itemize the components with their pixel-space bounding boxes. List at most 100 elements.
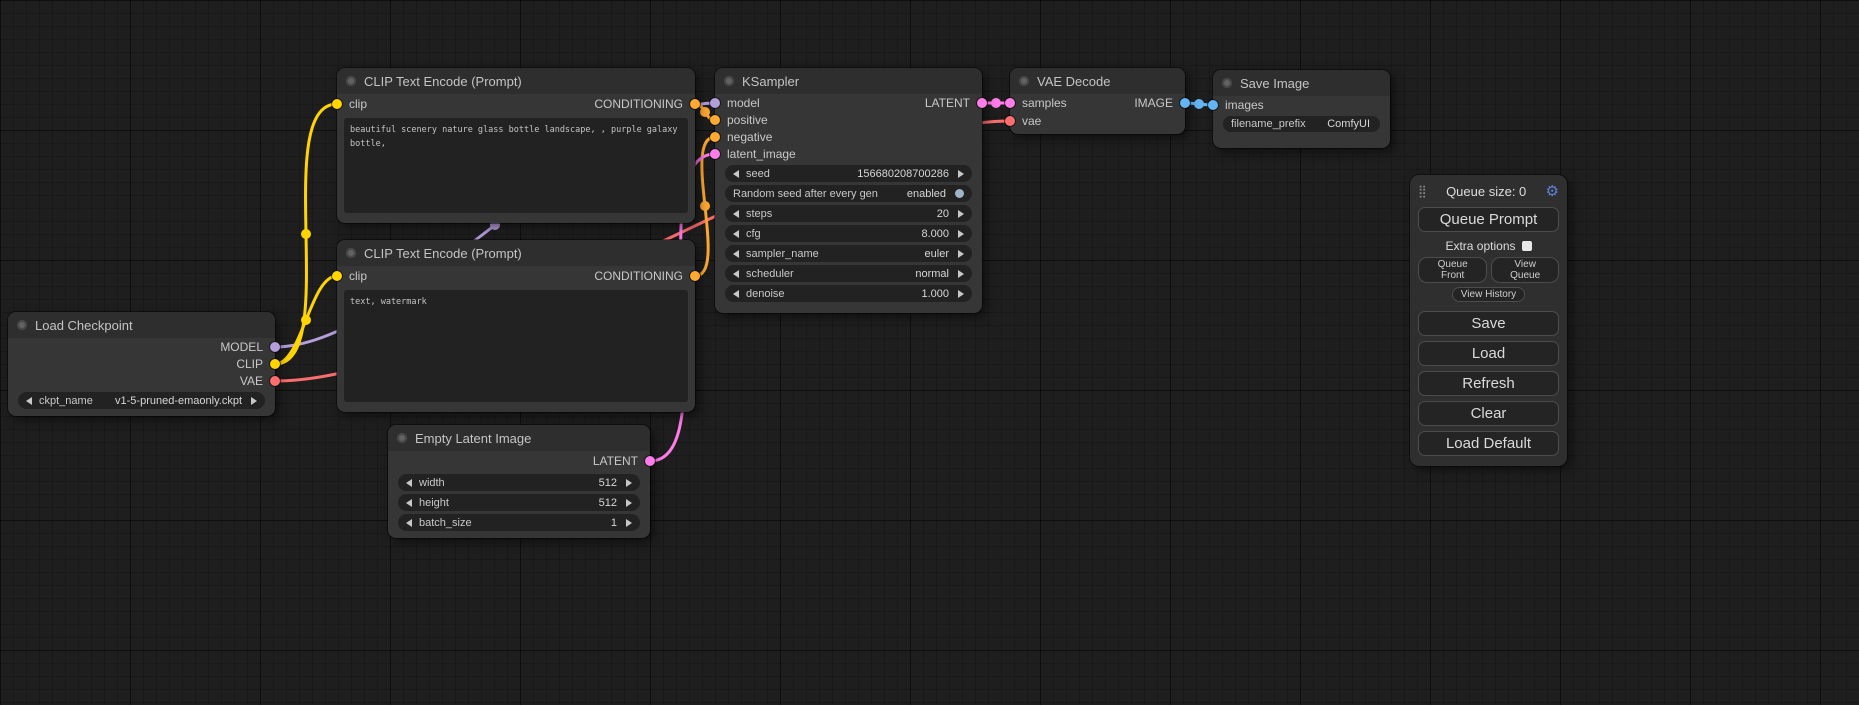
input-slot-negative[interactable] (710, 132, 720, 142)
slot-row: clip CONDITIONING (337, 94, 695, 114)
width-widget[interactable]: width 512 (398, 474, 640, 491)
arrow-right-icon[interactable] (958, 170, 964, 178)
batch-size-widget[interactable]: batch_size 1 (398, 514, 640, 531)
collapse-dot-icon[interactable] (724, 76, 734, 86)
sampler-name-combo[interactable]: sampler_name euler (725, 245, 972, 262)
load-default-button[interactable]: Load Default (1418, 431, 1559, 456)
filename-prefix-widget[interactable]: filename_prefix ComfyUI (1223, 116, 1380, 132)
collapse-dot-icon[interactable] (17, 320, 27, 330)
height-widget[interactable]: height 512 (398, 494, 640, 511)
node-vae-decode[interactable]: VAE Decode samples IMAGE vae (1010, 68, 1185, 134)
drag-handle-icon[interactable]: ⣿ (1418, 184, 1427, 198)
output-slot-vae[interactable] (270, 376, 280, 386)
positive-prompt-textarea[interactable]: beautiful scenery nature glass bottle la… (344, 118, 688, 213)
arrow-left-icon[interactable] (733, 170, 739, 178)
input-slot-vae[interactable] (1005, 116, 1015, 126)
arrow-left-icon[interactable] (26, 397, 32, 405)
output-slot-conditioning[interactable] (690, 99, 700, 109)
queue-menu-panel: ⣿ Queue size: 0 ⚙ Queue Prompt Extra opt… (1410, 175, 1567, 466)
denoise-widget[interactable]: denoise 1.000 (725, 285, 972, 302)
slot-row: vae (1010, 112, 1185, 130)
view-history-button[interactable]: View History (1452, 287, 1525, 302)
node-save-image[interactable]: Save Image images filename_prefix ComfyU… (1213, 70, 1390, 148)
node-titlebar[interactable]: Save Image (1213, 70, 1390, 96)
widget-value: 512 (597, 497, 619, 509)
negative-prompt-textarea[interactable]: text, watermark (344, 290, 688, 402)
input-slot-positive[interactable] (710, 115, 720, 125)
input-slot-model[interactable] (710, 98, 720, 108)
steps-widget[interactable]: steps 20 (725, 205, 972, 222)
collapse-dot-icon[interactable] (346, 248, 356, 258)
node-titlebar[interactable]: VAE Decode (1010, 68, 1185, 94)
arrow-right-icon[interactable] (626, 519, 632, 527)
node-clip-text-encode-positive[interactable]: CLIP Text Encode (Prompt) clip CONDITION… (337, 68, 695, 223)
scheduler-combo[interactable]: scheduler normal (725, 265, 972, 282)
input-slot-clip[interactable] (332, 271, 342, 281)
node-graph-canvas[interactable]: Load Checkpoint MODEL CLIP VAE ckpt_name… (0, 0, 1859, 705)
widget-name: scheduler (746, 268, 794, 280)
queue-prompt-button[interactable]: Queue Prompt (1418, 207, 1559, 232)
node-titlebar[interactable]: Empty Latent Image (388, 425, 650, 451)
node-title: CLIP Text Encode (Prompt) (364, 74, 522, 89)
input-slot-latent-image[interactable] (710, 149, 720, 159)
node-titlebar[interactable]: Load Checkpoint (8, 312, 275, 338)
arrow-right-icon[interactable] (958, 210, 964, 218)
arrow-left-icon[interactable] (406, 499, 412, 507)
widget-value: euler (923, 248, 951, 260)
collapse-dot-icon[interactable] (397, 433, 407, 443)
queue-front-button[interactable]: Queue Front (1418, 257, 1487, 283)
arrow-right-icon[interactable] (958, 250, 964, 258)
node-empty-latent-image[interactable]: Empty Latent Image LATENT width 512 heig… (388, 425, 650, 538)
node-titlebar[interactable]: CLIP Text Encode (Prompt) (337, 68, 695, 94)
arrow-left-icon[interactable] (733, 290, 739, 298)
arrow-left-icon[interactable] (733, 250, 739, 258)
collapse-dot-icon[interactable] (1019, 76, 1029, 86)
input-slot-images[interactable] (1208, 100, 1218, 110)
arrow-left-icon[interactable] (406, 519, 412, 527)
seed-widget[interactable]: seed 156680208700286 (725, 165, 972, 182)
save-button[interactable]: Save (1418, 311, 1559, 336)
output-slot-image[interactable] (1180, 98, 1190, 108)
clear-button[interactable]: Clear (1418, 401, 1559, 426)
arrow-right-icon[interactable] (958, 230, 964, 238)
settings-gear-icon[interactable]: ⚙ (1546, 182, 1559, 200)
arrow-right-icon[interactable] (958, 290, 964, 298)
output-slot-clip[interactable] (270, 359, 280, 369)
refresh-button[interactable]: Refresh (1418, 371, 1559, 396)
input-label-vae: vae (1022, 114, 1041, 128)
node-clip-text-encode-negative[interactable]: CLIP Text Encode (Prompt) clip CONDITION… (337, 240, 695, 412)
random-seed-toggle[interactable]: Random seed after every gen enabled (725, 185, 972, 202)
arrow-left-icon[interactable] (733, 270, 739, 278)
collapse-dot-icon[interactable] (346, 76, 356, 86)
input-label-clip: clip (349, 269, 367, 283)
output-label-model: MODEL (220, 340, 263, 354)
input-slot-clip[interactable] (332, 99, 342, 109)
view-queue-button[interactable]: View Queue (1491, 257, 1559, 283)
slot-row: clip CONDITIONING (337, 266, 695, 286)
collapse-dot-icon[interactable] (1222, 78, 1232, 88)
ckpt-name-combo[interactable]: ckpt_name v1-5-pruned-emaonly.ckpt (18, 392, 265, 409)
node-load-checkpoint[interactable]: Load Checkpoint MODEL CLIP VAE ckpt_name… (8, 312, 275, 416)
node-titlebar[interactable]: KSampler (715, 68, 982, 94)
widget-name: steps (746, 208, 772, 220)
output-slot-model[interactable] (270, 342, 280, 352)
load-button[interactable]: Load (1418, 341, 1559, 366)
output-slot-latent[interactable] (645, 456, 655, 466)
extra-options-checkbox[interactable] (1522, 241, 1532, 251)
input-label-images: images (1225, 98, 1264, 112)
input-label-latent-image: latent_image (727, 147, 796, 161)
output-slot-conditioning[interactable] (690, 271, 700, 281)
arrow-right-icon[interactable] (251, 397, 257, 405)
arrow-right-icon[interactable] (626, 479, 632, 487)
input-slot-samples[interactable] (1005, 98, 1015, 108)
cfg-widget[interactable]: cfg 8.000 (725, 225, 972, 242)
arrow-left-icon[interactable] (733, 210, 739, 218)
arrow-right-icon[interactable] (626, 499, 632, 507)
arrow-left-icon[interactable] (733, 230, 739, 238)
output-slot-latent[interactable] (977, 98, 987, 108)
arrow-right-icon[interactable] (958, 270, 964, 278)
node-titlebar[interactable]: CLIP Text Encode (Prompt) (337, 240, 695, 266)
arrow-left-icon[interactable] (406, 479, 412, 487)
node-ksampler[interactable]: KSampler model LATENT positive negative … (715, 68, 982, 313)
toggle-knob-icon[interactable] (955, 189, 964, 198)
